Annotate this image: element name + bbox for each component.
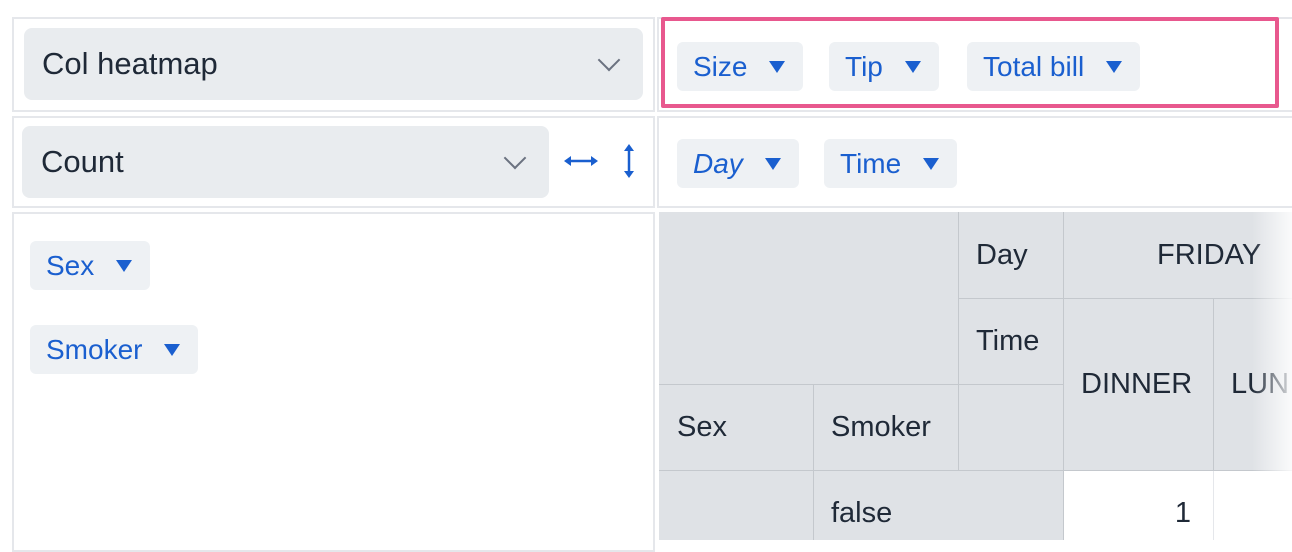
horizontal-arrows-icon[interactable] [563,150,599,172]
attr-pill-total-bill[interactable]: Total bill [967,42,1141,91]
table-corner [659,212,959,385]
triangle-down-icon[interactable] [1106,60,1123,73]
row-attr-pill-sex[interactable]: Sex [30,241,151,290]
row-attr-pill-smoker[interactable]: Smoker [30,325,199,374]
col-attr-label-time: Time [959,299,1064,385]
vertical-arrows-icon[interactable] [618,143,640,179]
attr-pill-label: Tip [845,50,883,82]
attr-pill-label: Size [693,50,748,82]
aggregator-select-value: Count [41,144,124,179]
attr-pill-size[interactable]: Size [677,42,804,91]
attr-pill-tip[interactable]: Tip [829,42,939,91]
row-header-sex [659,471,814,540]
chevron-down-icon [503,146,527,170]
aggregator-select[interactable]: Count [22,126,549,198]
col-attr-pill-time[interactable]: Time [824,139,958,188]
table-spacer [959,385,1064,471]
col-attr-label-day: Day [959,212,1064,299]
renderer-select-value: Col heatmap [42,46,218,81]
attr-pill-label: Sex [46,249,95,281]
triangle-down-icon[interactable] [164,343,181,356]
attr-pill-label: Smoker [46,333,143,365]
col-attr-pill-day[interactable]: Day [677,139,799,188]
triangle-down-icon[interactable] [769,60,786,73]
pivot-table: Day FRIDAY Time DINNER LUN Sex Smoker fa… [659,212,1292,540]
triangle-down-icon[interactable] [923,157,940,170]
col-header-time-dinner: DINNER [1064,299,1214,471]
attr-pill-label: Time [840,147,902,179]
attr-pill-label: Total bill [983,50,1085,82]
triangle-down-icon[interactable] [764,157,781,170]
table-scroll-fade [1252,212,1292,540]
table-cell: 1 [1064,471,1214,540]
attr-pill-label: Day [693,147,743,179]
row-attr-label-smoker: Smoker [814,385,959,471]
renderer-select[interactable]: Col heatmap [24,28,643,100]
chevron-down-icon [597,48,621,72]
row-header-smoker: false [814,471,1064,540]
triangle-down-icon[interactable] [116,259,133,272]
row-attr-label-sex: Sex [659,385,814,471]
triangle-down-icon[interactable] [904,60,921,73]
